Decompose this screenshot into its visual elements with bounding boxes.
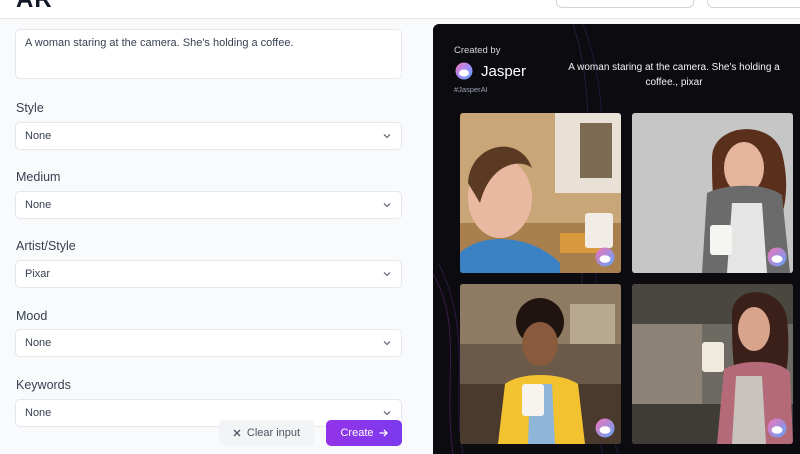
art-form-panel: A woman staring at the camera. She's hol… (0, 19, 417, 454)
artist-style-label: Artist/Style (16, 239, 76, 253)
brand: Jasper (454, 62, 526, 80)
artist-style-select-value: Pixar (25, 268, 51, 280)
generated-image-1[interactable] (460, 113, 621, 273)
chevron-down-icon (383, 203, 391, 208)
prompt-textarea[interactable]: A woman staring at the camera. She's hol… (15, 29, 402, 79)
clear-input-label: Clear input (246, 427, 301, 439)
style-select[interactable]: None (15, 122, 402, 150)
created-by-label: Created by (454, 45, 501, 56)
generated-image-3[interactable] (460, 284, 621, 444)
preview-panel: Created by Jasper #JasperAI A woman star… (433, 24, 800, 454)
generated-image-2[interactable] (632, 113, 793, 273)
clear-input-button[interactable]: Clear input (219, 420, 314, 446)
brand-name: Jasper (481, 62, 527, 80)
create-label: Create (340, 427, 374, 439)
jasper-badge-icon (767, 418, 787, 438)
medium-label: Medium (16, 170, 61, 184)
app-page: AR A woman staring at the camera. She's … (0, 0, 800, 454)
image-caption: A woman staring at the camera. She's hol… (568, 62, 780, 88)
mood-label: Mood (16, 309, 48, 323)
app-logo[interactable]: AR (16, 0, 53, 14)
style-select-value: None (25, 130, 52, 142)
medium-select[interactable]: None (15, 191, 402, 219)
arrow-right-icon (379, 429, 388, 437)
artist-style-select[interactable]: Pixar (15, 260, 402, 288)
keywords-label: Keywords (16, 378, 71, 392)
top-bar: AR (0, 0, 800, 19)
jasper-badge-icon (595, 247, 615, 267)
create-button[interactable]: Create (326, 420, 402, 446)
top-menu-button[interactable] (556, 0, 694, 8)
chevron-down-icon (383, 341, 391, 346)
jasper-logo-icon (455, 62, 473, 80)
generated-image-4[interactable] (632, 284, 793, 444)
mood-select-value: None (25, 337, 52, 349)
chevron-down-icon (383, 134, 391, 139)
jasper-badge-icon (767, 247, 787, 267)
keywords-select-value: None (25, 407, 52, 419)
chevron-down-icon (383, 411, 391, 416)
mood-select[interactable]: None (15, 329, 402, 357)
close-icon (233, 429, 241, 437)
jasper-badge-icon (595, 418, 615, 438)
medium-select-value: None (25, 199, 52, 211)
chevron-down-icon (383, 272, 391, 277)
hashtag: #JasperAI (454, 85, 488, 94)
style-label: Style (16, 101, 44, 115)
top-account-button[interactable] (707, 0, 800, 8)
